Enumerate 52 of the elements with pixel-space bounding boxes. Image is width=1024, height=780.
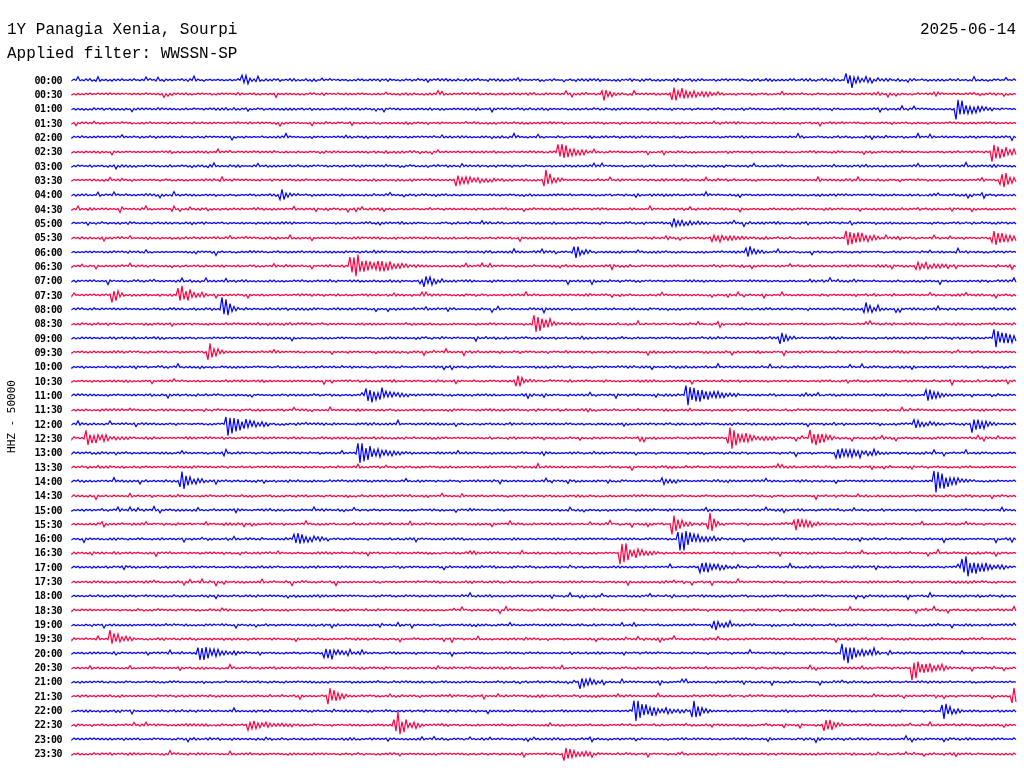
- time-label: 08:30: [33, 318, 63, 330]
- time-label: 07:00: [33, 275, 63, 287]
- time-label: 13:00: [33, 447, 63, 459]
- time-label: 17:00: [33, 561, 63, 573]
- time-label: 06:00: [33, 246, 63, 258]
- time-label: 11:00: [33, 389, 63, 401]
- time-label: 04:30: [33, 203, 63, 215]
- time-label: 10:00: [33, 361, 63, 373]
- time-label: 16:30: [33, 547, 63, 559]
- time-label: 15:00: [33, 504, 63, 516]
- time-label: 02:00: [33, 131, 63, 143]
- time-label: 14:30: [33, 490, 63, 502]
- time-label: 09:30: [33, 346, 63, 358]
- time-label: 13:30: [33, 461, 63, 473]
- time-label: 22:30: [33, 719, 63, 731]
- time-label: 11:30: [33, 404, 63, 416]
- time-label: 20:00: [33, 647, 63, 659]
- time-label: 01:00: [33, 103, 63, 115]
- time-label: 04:00: [33, 189, 63, 201]
- time-label: 15:30: [33, 518, 63, 530]
- time-label: 19:30: [33, 633, 63, 645]
- time-label: 07:30: [33, 289, 63, 301]
- time-label: 21:30: [33, 690, 63, 702]
- time-label: 08:00: [33, 303, 63, 315]
- time-label: 19:00: [33, 619, 63, 631]
- time-label: 17:30: [33, 576, 63, 588]
- time-label: 06:30: [33, 260, 63, 272]
- time-label: 03:30: [33, 174, 63, 186]
- time-label: 21:00: [33, 676, 63, 688]
- time-label: 12:30: [33, 432, 63, 444]
- time-label: 23:00: [33, 733, 63, 745]
- time-label: 12:00: [33, 418, 63, 430]
- time-label: 01:30: [33, 117, 63, 129]
- time-label: 20:30: [33, 662, 63, 674]
- time-label: 16:00: [33, 533, 63, 545]
- time-label: 03:00: [33, 160, 63, 172]
- time-label: 18:00: [33, 590, 63, 602]
- time-label: 18:30: [33, 604, 63, 616]
- time-label: 00:00: [33, 74, 63, 86]
- time-label: 22:00: [33, 705, 63, 717]
- axis-label: HHZ - 50000: [4, 380, 18, 454]
- time-label: 05:30: [33, 232, 63, 244]
- station-title: 1Y Panagia Xenia, Sourpi: [7, 20, 238, 40]
- time-label: 09:00: [33, 332, 63, 344]
- time-label: 14:00: [33, 475, 63, 487]
- time-label: 02:30: [33, 146, 63, 158]
- time-label: 23:30: [33, 748, 63, 760]
- time-label: 05:00: [33, 217, 63, 229]
- filter-label: Applied filter: WWSSN-SP: [7, 45, 238, 63]
- date-label: 2025-06-14: [920, 20, 1016, 40]
- time-label: 00:30: [33, 89, 63, 100]
- time-label: 10:30: [33, 375, 63, 387]
